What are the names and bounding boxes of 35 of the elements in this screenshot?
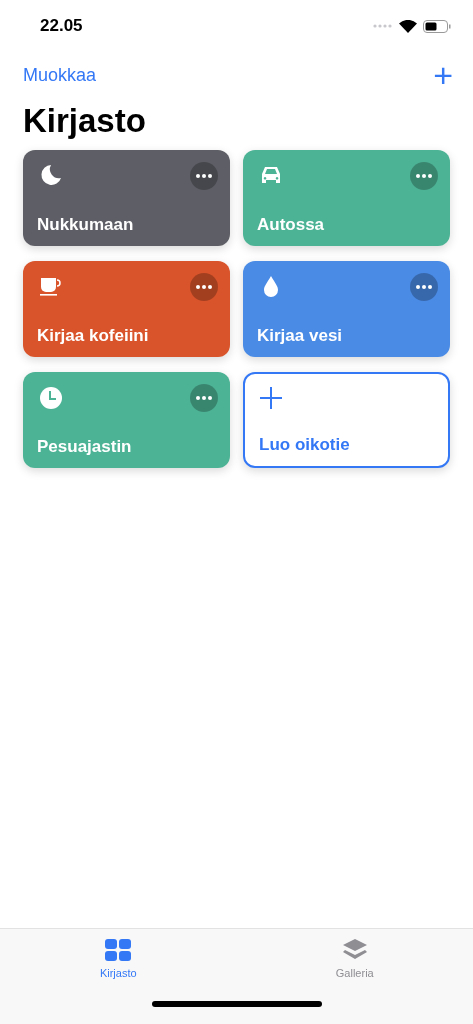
shortcut-card[interactable]: Nukkumaan	[23, 150, 230, 246]
more-button[interactable]	[190, 273, 218, 301]
shortcut-label: Nukkumaan	[37, 215, 135, 235]
shortcut-card[interactable]: Kirjaa kofeiini	[23, 261, 230, 357]
shortcut-card[interactable]: Kirjaa vesi	[243, 261, 450, 357]
ellipsis-icon	[196, 396, 212, 400]
add-button[interactable]: +	[433, 58, 453, 92]
shortcut-label: Kirjaa vesi	[257, 326, 344, 346]
signal-icon	[373, 24, 393, 28]
ellipsis-icon	[196, 285, 212, 289]
shortcut-card[interactable]: Pesuajastin	[23, 372, 230, 468]
status-time: 22.05	[40, 16, 83, 36]
plus-icon	[259, 386, 283, 410]
create-shortcut-card[interactable]: Luo oikotie	[243, 372, 450, 468]
more-button[interactable]	[410, 273, 438, 301]
shortcut-card[interactable]: Autossa	[243, 150, 450, 246]
ellipsis-icon	[196, 174, 212, 178]
layers-icon	[341, 939, 368, 961]
more-button[interactable]	[190, 162, 218, 190]
wifi-icon	[399, 19, 417, 33]
more-button[interactable]	[410, 162, 438, 190]
create-label: Luo oikotie	[259, 435, 351, 455]
more-button[interactable]	[190, 384, 218, 412]
ellipsis-icon	[416, 174, 432, 178]
tab-button[interactable]: Galleria	[294, 939, 415, 979]
tab-button[interactable]: Kirjasto	[58, 939, 179, 979]
edit-button[interactable]: Muokkaa	[23, 64, 97, 86]
shortcut-label: Pesuajastin	[37, 437, 133, 457]
ellipsis-icon	[416, 285, 432, 289]
battery-icon	[423, 19, 451, 33]
grid-icon	[105, 939, 132, 961]
shortcut-icon	[37, 384, 65, 412]
shortcut-label: Kirjaa kofeiini	[37, 326, 150, 346]
page-title: Kirjasto	[23, 102, 147, 140]
shortcut-label: Autossa	[257, 215, 326, 235]
